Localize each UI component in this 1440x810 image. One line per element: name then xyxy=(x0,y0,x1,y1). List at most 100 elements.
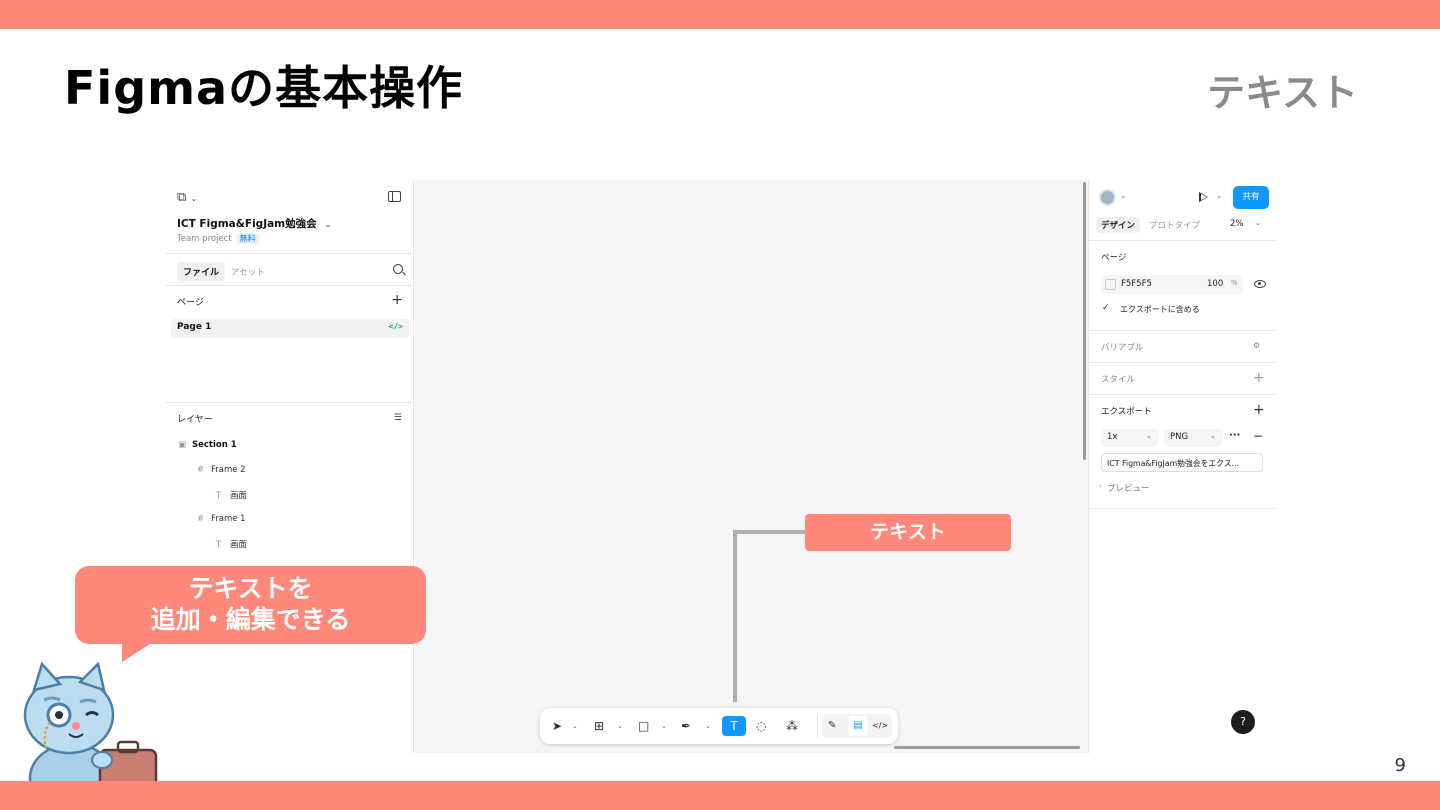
tab-design[interactable]: デザイン xyxy=(1096,217,1141,233)
add-export-plus-icon[interactable]: + xyxy=(1253,403,1265,417)
slide-title: Figmaの基本操作 xyxy=(64,61,464,115)
help-button[interactable]: ? xyxy=(1231,710,1255,734)
chevron-down-icon: ⌄ xyxy=(324,220,332,229)
export-include-label: エクスポートに含める xyxy=(1120,305,1200,314)
variables-label: バリアブル xyxy=(1101,343,1144,353)
chevron-down-icon[interactable]: ⌄ xyxy=(572,716,578,736)
mode-switcher: ✎ ▤ </> xyxy=(822,714,892,738)
fill-percent-unit: % xyxy=(1231,279,1238,287)
export-format-value: PNG xyxy=(1170,432,1189,442)
remove-export-minus-icon[interactable]: − xyxy=(1253,429,1263,443)
speech-bubble-line: テキストを xyxy=(188,574,313,603)
design-mode-icon[interactable]: ▤ xyxy=(848,716,868,736)
zoom-level[interactable]: 2% xyxy=(1230,219,1244,229)
chevron-down-icon[interactable]: ⌄ xyxy=(1255,219,1261,227)
text-tool-icon[interactable]: T xyxy=(722,716,746,736)
divider xyxy=(1089,362,1275,363)
dev-mode-icon[interactable]: </> xyxy=(872,716,888,736)
variables-adjust-icon[interactable]: ⚙ xyxy=(1253,341,1260,350)
rectangle-tool-icon[interactable]: □ xyxy=(638,716,649,736)
draw-mode-icon[interactable]: ✎ xyxy=(828,716,836,736)
add-page-plus-icon[interactable]: + xyxy=(391,293,403,307)
slide-section-tag: テキスト xyxy=(1207,71,1358,115)
horizontal-scrollbar[interactable] xyxy=(894,746,1080,749)
toggle-sidebar-icon[interactable] xyxy=(388,191,401,202)
section-icon: ▣ xyxy=(178,440,187,450)
fill-hex[interactable]: F5F5F5 xyxy=(1121,279,1152,289)
fill-opacity[interactable]: 100 xyxy=(1207,279,1223,289)
chevron-right-icon[interactable]: › xyxy=(1099,482,1102,490)
layer-row[interactable]: T 画面 xyxy=(216,538,247,550)
dev-mode-code-icon: </> xyxy=(388,322,403,331)
layer-row[interactable]: T 画面 xyxy=(216,489,247,501)
file-name-button[interactable]: ICT Figma&FigJam勉強会 ⌄ xyxy=(177,216,331,231)
project-name: Team project xyxy=(177,234,232,244)
callout-label: テキスト xyxy=(805,514,1011,551)
divider xyxy=(1089,508,1275,509)
callout-connector-line xyxy=(733,530,806,702)
collapse-layers-icon[interactable]: ☰ xyxy=(394,413,402,423)
tab-assets[interactable]: アセット xyxy=(231,266,265,278)
export-format-select[interactable]: PNG ⌄ xyxy=(1164,429,1222,447)
text-layer-icon: T xyxy=(216,491,222,501)
right-panel: ⌄ ⌄ 共有 デザイン プロトタイプ 2% ⌄ ページ F5F5F5 100 %… xyxy=(1088,180,1275,753)
chevron-down-icon[interactable]: ⌄ xyxy=(617,716,623,736)
pages-heading: ページ xyxy=(177,298,204,308)
page-item[interactable]: Page 1 </> xyxy=(171,319,409,338)
speech-bubble: テキストを 追加・編集できる xyxy=(75,566,426,644)
search-icon[interactable] xyxy=(393,264,403,274)
comment-tool-icon[interactable]: ◌ xyxy=(756,716,766,736)
avatar[interactable] xyxy=(1099,189,1116,206)
divider xyxy=(166,253,414,254)
chevron-down-icon[interactable]: ⌄ xyxy=(705,716,711,736)
top-accent-band xyxy=(0,0,1440,29)
toolbar-divider xyxy=(817,714,818,738)
tab-file[interactable]: ファイル xyxy=(177,262,226,281)
divider xyxy=(1089,394,1275,395)
figma-menu-button[interactable]: ⧉ ⌄ xyxy=(177,190,197,205)
layer-row[interactable]: ▣ Section 1 xyxy=(178,440,237,450)
pen-tool-icon[interactable]: ✒ xyxy=(681,716,691,736)
present-play-icon[interactable] xyxy=(1199,192,1208,202)
actions-tool-icon[interactable]: ⁂ xyxy=(786,716,798,736)
project-info: Team project 無料 xyxy=(177,233,259,244)
layer-name: Frame 1 xyxy=(211,514,246,524)
page-number: 9 xyxy=(1394,755,1406,776)
color-swatch[interactable] xyxy=(1105,279,1116,290)
panel-tabs: ファイル アセット xyxy=(177,262,265,281)
tab-prototype[interactable]: プロトタイプ xyxy=(1149,219,1200,231)
chevron-down-icon[interactable]: ⌄ xyxy=(1120,192,1126,200)
preview-toggle[interactable]: プレビュー xyxy=(1107,482,1150,494)
divider xyxy=(166,285,414,286)
chevron-down-icon: ⌄ xyxy=(190,194,198,203)
move-tool-icon[interactable]: ➤ xyxy=(552,716,562,736)
visibility-eye-icon[interactable] xyxy=(1254,280,1266,288)
bottom-toolbar: ➤ ⌄ ⊞ ⌄ □ ⌄ ✒ ⌄ T ◌ ⁂ ✎ ▤ </> xyxy=(540,708,898,744)
chevron-down-icon: ⌄ xyxy=(1210,432,1216,440)
figma-screenshot: ⧉ ⌄ ICT Figma&FigJam勉強会 ⌄ Team project 無料 … xyxy=(166,180,1275,753)
export-scale-select[interactable]: 1x ⌄ xyxy=(1101,429,1158,447)
checkbox-checked-icon[interactable]: ✓ xyxy=(1102,303,1110,313)
text-layer-icon: T xyxy=(216,540,222,550)
frame-hash-icon: # xyxy=(197,465,205,475)
layer-name: Frame 2 xyxy=(211,465,246,475)
share-button[interactable]: 共有 xyxy=(1233,186,1269,209)
layers-heading: レイヤー xyxy=(177,415,213,425)
layer-row[interactable]: # Frame 2 xyxy=(197,465,246,475)
file-name: ICT Figma&FigJam勉強会 xyxy=(177,218,317,230)
chevron-down-icon: ⌄ xyxy=(1146,432,1152,440)
page-section-heading: ページ xyxy=(1101,253,1127,263)
export-scale-value: 1x xyxy=(1107,432,1118,442)
add-style-plus-icon[interactable]: + xyxy=(1253,371,1265,385)
frame-hash-icon: # xyxy=(197,514,205,524)
layer-name: Section 1 xyxy=(192,440,237,450)
export-heading: エクスポート xyxy=(1101,407,1152,417)
chevron-down-icon[interactable]: ⌄ xyxy=(661,716,667,736)
vertical-scrollbar[interactable] xyxy=(1083,182,1086,460)
more-options-icon[interactable]: ··· xyxy=(1229,430,1240,441)
layer-name: 画面 xyxy=(230,540,248,550)
export-button[interactable]: ICT Figma&FigJam勉強会をエクス... xyxy=(1101,453,1263,472)
frame-tool-icon[interactable]: ⊞ xyxy=(594,716,604,736)
layer-row[interactable]: # Frame 1 xyxy=(197,514,246,524)
chevron-down-icon[interactable]: ⌄ xyxy=(1216,192,1222,200)
